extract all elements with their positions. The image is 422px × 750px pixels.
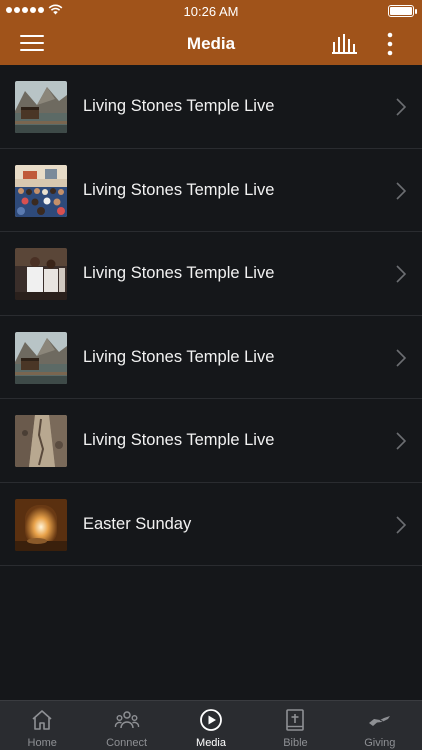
tab-label: Connect	[106, 737, 148, 749]
more-options-icon[interactable]	[380, 32, 400, 56]
thumbnail-lake-cabin	[15, 81, 67, 133]
media-title: Living Stones Temple Live	[83, 431, 275, 449]
thumbnail-rocky-path	[15, 415, 67, 467]
media-list-item[interactable]: Living Stones Temple Live	[0, 399, 422, 483]
tab-label: Bible	[283, 737, 308, 749]
status-bar: 10:26 AM	[0, 0, 422, 22]
giving-hand-icon	[368, 716, 390, 726]
media-list-item[interactable]: Living Stones Temple Live	[0, 316, 422, 399]
media-list-item[interactable]: Living Stones Temple Live	[0, 65, 422, 149]
tab-connect[interactable]: Connect	[84, 701, 168, 750]
nav-bar: Media	[0, 22, 422, 65]
page-title: Media	[186, 34, 236, 53]
tab-giving[interactable]: Giving	[338, 701, 422, 750]
media-title: Easter Sunday	[83, 514, 192, 533]
media-list-item[interactable]: Living Stones Temple Live	[0, 149, 422, 232]
chevron-right-icon	[396, 515, 406, 534]
media-title: Living Stones Temple Live	[83, 347, 275, 366]
thumbnail-empty-tomb	[15, 498, 67, 551]
media-title: Living Stones Temple Live	[83, 264, 275, 282]
thumbnail-congregation	[15, 164, 67, 217]
chevron-right-icon	[396, 181, 406, 200]
media-list: Living Stones Temple Live Living Stones	[0, 65, 422, 566]
tab-bible[interactable]: Bible	[253, 701, 337, 750]
chevron-right-icon	[396, 265, 406, 283]
tab-label: Home	[27, 737, 57, 749]
chevron-right-icon	[396, 98, 406, 116]
thumbnail-preacher	[15, 248, 67, 300]
battery-icon	[388, 5, 417, 17]
chevron-right-icon	[396, 432, 406, 450]
bible-icon	[286, 709, 305, 731]
tab-bar: Home Connect Media Bible Giving	[0, 700, 422, 750]
tab-media[interactable]: Media	[169, 701, 253, 750]
thumbnail-lake-cabin	[15, 331, 67, 384]
tab-label: Giving	[364, 737, 396, 749]
chevron-right-icon	[396, 348, 406, 367]
media-title: Living Stones Temple Live	[83, 97, 275, 115]
play-icon	[200, 709, 222, 731]
status-time: 10:26 AM	[183, 4, 239, 19]
tab-home[interactable]: Home	[0, 701, 84, 750]
tab-label: Media	[196, 737, 226, 749]
media-list-item[interactable]: Easter Sunday	[0, 483, 422, 566]
media-title: Living Stones Temple Live	[83, 180, 275, 199]
people-icon	[114, 711, 139, 729]
media-list-item[interactable]: Living Stones Temple Live	[0, 232, 422, 316]
home-icon	[32, 710, 52, 730]
audio-bars-icon[interactable]	[332, 34, 358, 54]
